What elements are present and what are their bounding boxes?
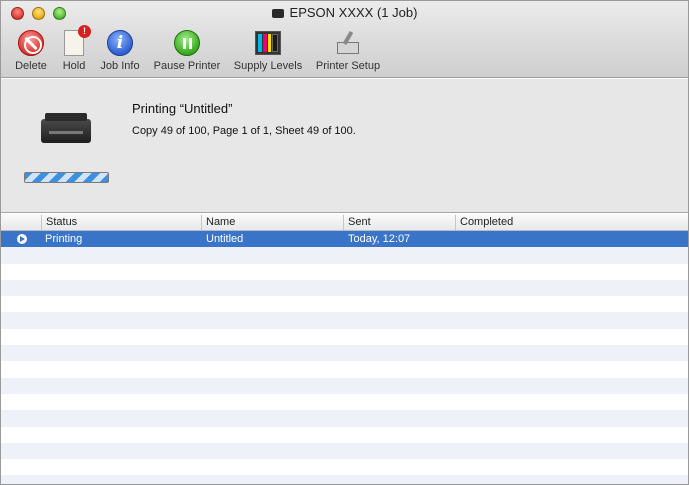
window-title-text: EPSON XXXX (1 Job) [289,5,418,20]
delete-label: Delete [15,60,47,72]
column-header-completed[interactable]: Completed [460,216,513,228]
info-icon: i [107,30,133,56]
empty-row [1,410,688,427]
hold-button[interactable]: ! Hold [57,25,91,72]
table-rows: Printing Untitled Today, 12:07 [1,231,688,484]
empty-row [1,329,688,345]
column-header-status[interactable]: Status [46,216,77,228]
job-info-label: Job Info [100,60,140,72]
empty-row [1,442,688,460]
title-bar: EPSON XXXX (1 Job) Delete ! Hold i Job I… [1,1,688,78]
table-row[interactable]: Printing Untitled Today, 12:07 [1,231,688,248]
pause-icon [174,30,200,56]
job-info-button[interactable]: i Job Info [97,28,143,72]
empty-row [1,427,688,443]
print-queue-window: EPSON XXXX (1 Job) Delete ! Hold i Job I… [0,0,689,485]
empty-row [1,361,688,377]
empty-row [1,475,688,484]
progress-bar [24,172,109,183]
empty-row [1,312,688,329]
empty-row [1,264,688,280]
job-status-panel: Printing “Untitled” Copy 49 of 100, Page… [1,79,688,213]
printer-setup-icon [333,30,363,56]
printer-setup-label: Printer Setup [315,60,381,72]
empty-row [1,394,688,410]
printer-setup-button[interactable]: Printer Setup [312,28,384,72]
window-title: EPSON XXXX (1 Job) [1,5,688,20]
table-header: Status Name Sent Completed [1,214,688,231]
supply-levels-button[interactable]: Supply Levels [231,28,305,72]
row-sent: Today, 12:07 [348,233,411,245]
ink-cartridges-icon [255,31,281,55]
empty-row [1,279,688,297]
pause-printer-button[interactable]: Pause Printer [149,28,225,72]
job-table: Status Name Sent Completed Printing Unti… [1,214,688,484]
column-header-sent[interactable]: Sent [348,216,371,228]
row-status: Printing [45,233,83,245]
job-status-title: Printing “Untitled” [132,101,233,116]
supply-levels-label: Supply Levels [233,60,303,72]
hold-label: Hold [62,60,86,72]
hold-icon: ! [64,25,91,56]
empty-row [1,247,688,264]
pause-printer-label: Pause Printer [153,60,221,72]
toolbar: Delete ! Hold i Job Info Pause Printer S… [1,25,688,76]
job-status-detail: Copy 49 of 100, Page 1 of 1, Sheet 49 of… [132,125,356,137]
empty-row [1,345,688,362]
delete-icon [18,30,44,56]
arrow-right-icon [17,234,27,244]
empty-row [1,459,688,475]
alert-badge-icon: ! [78,25,91,38]
row-name: Untitled [206,233,244,245]
column-header-name[interactable]: Name [206,216,235,228]
printer-image [41,111,91,145]
empty-row [1,377,688,394]
printer-icon [271,9,284,18]
delete-button[interactable]: Delete [11,28,51,72]
empty-row [1,296,688,312]
